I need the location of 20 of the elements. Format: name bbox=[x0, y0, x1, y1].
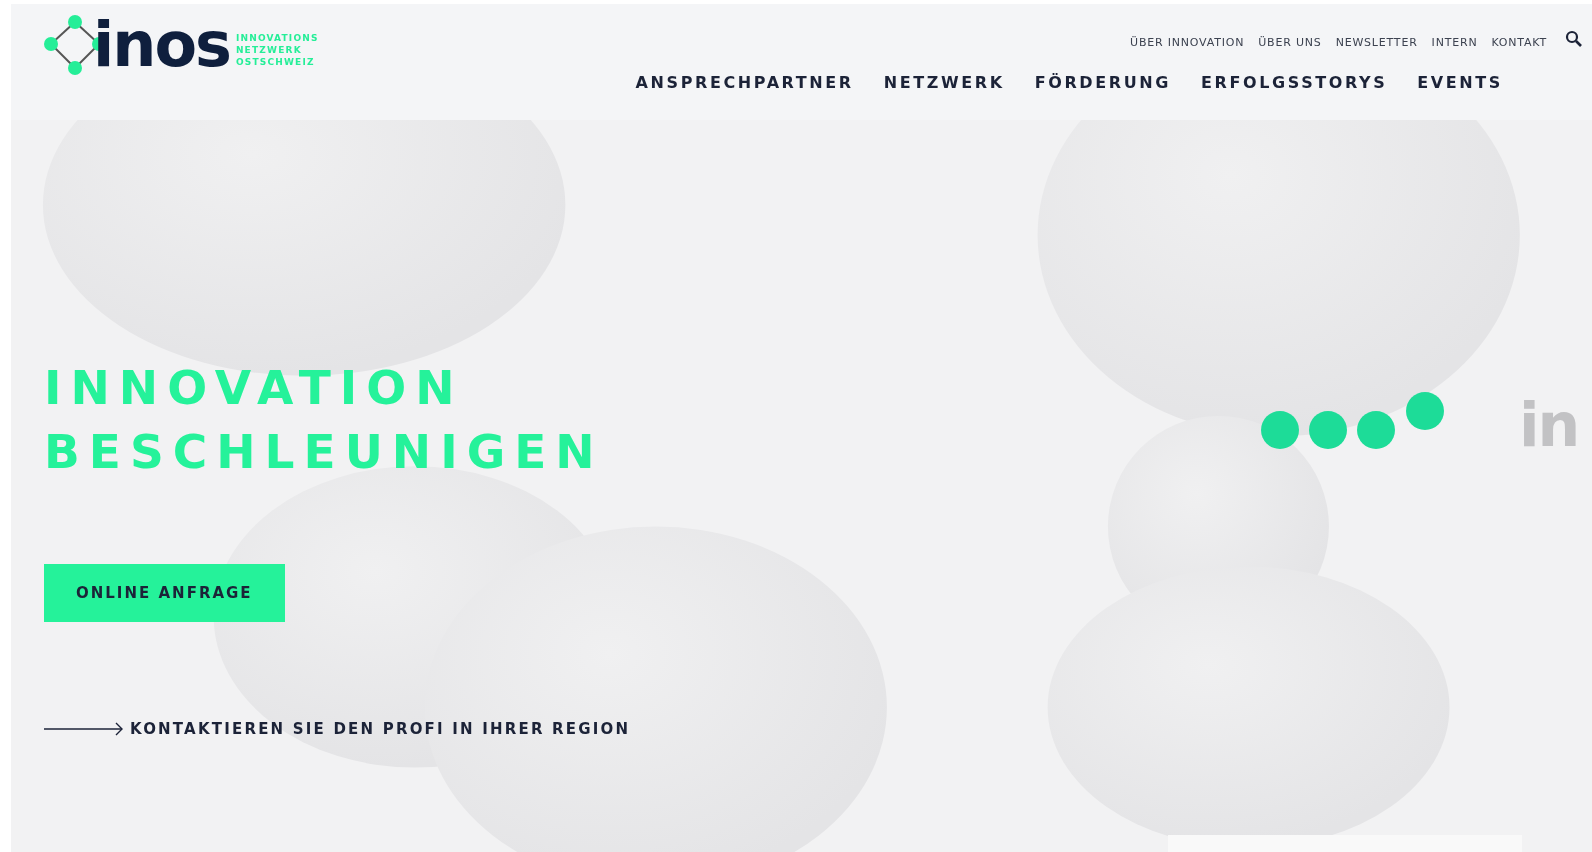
region-contact-link[interactable]: KONTAKTIEREN SIE DEN PROFI IN IHRER REGION bbox=[130, 720, 631, 738]
logo-tagline: OSTSCHWEIZ bbox=[235, 56, 316, 68]
main-nav-link[interactable]: ERFOLGSSTORYS bbox=[1201, 73, 1388, 92]
logo-tagline: INNOVATIONS bbox=[235, 32, 319, 44]
top-nav-link[interactable]: KONTAKT bbox=[1491, 36, 1547, 49]
main-nav-link[interactable]: NETZWERK bbox=[883, 73, 1005, 92]
top-nav-link[interactable]: NEWSLETTER bbox=[1335, 36, 1418, 49]
top-nav-link[interactable]: INTERN bbox=[1431, 36, 1478, 49]
main-nav-link[interactable]: ANSPRECHPARTNER bbox=[635, 73, 854, 92]
logo-wordmark: inos bbox=[93, 14, 230, 76]
main-nav-link[interactable]: EVENTS bbox=[1417, 73, 1503, 92]
hero-title: INNOVATION bbox=[44, 359, 464, 417]
arrow-icon bbox=[44, 722, 124, 736]
top-nav-link[interactable]: ÜBER INNOVATION bbox=[1130, 36, 1245, 49]
main-nav-link[interactable]: FÖRDERUNG bbox=[1034, 73, 1171, 92]
top-nav-link[interactable]: ÜBER UNS bbox=[1258, 36, 1322, 49]
search-icon[interactable] bbox=[1565, 29, 1583, 48]
hero-title: BESCHLEUNIGEN bbox=[44, 423, 604, 481]
logo-tagline: NETZWERK bbox=[235, 44, 303, 56]
online-request-button[interactable]: ONLINE ANFRAGE bbox=[44, 564, 285, 622]
